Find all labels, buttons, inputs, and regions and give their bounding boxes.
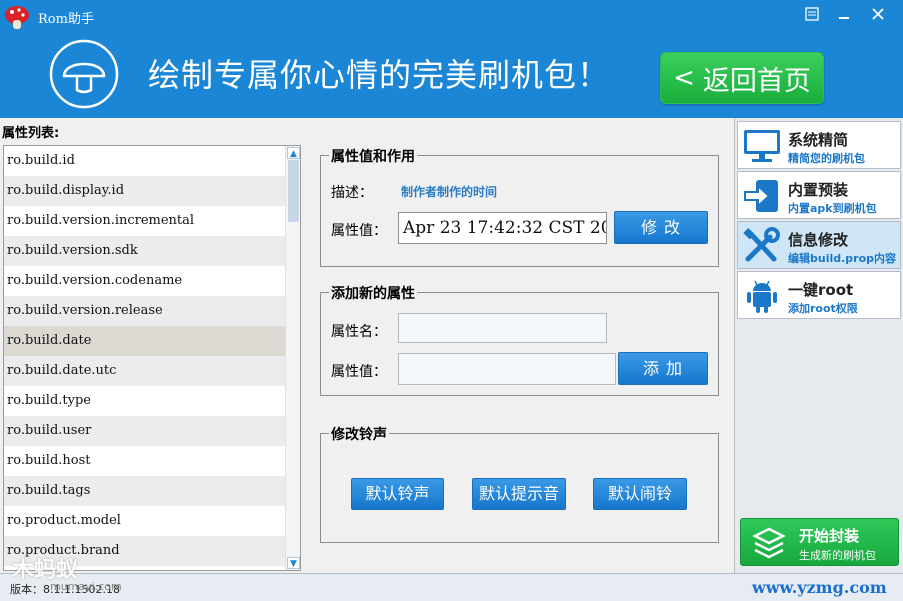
- list-item[interactable]: ro.build.host: [4, 446, 285, 476]
- layers-icon: [752, 527, 786, 559]
- default-notification-button[interactable]: 默认提示音: [472, 478, 566, 510]
- nav-item-title: 内置预装: [788, 181, 849, 199]
- monitor-icon: [744, 130, 780, 162]
- slogan: 绘制专属你心情的完美刷机包！: [148, 56, 611, 94]
- new-property-name-field[interactable]: [398, 313, 607, 343]
- list-item[interactable]: ro.product.model: [4, 506, 285, 536]
- pack-button-subtitle: 生成新的刷机包: [799, 549, 876, 562]
- list-item[interactable]: ro.build.date.utc: [4, 356, 285, 386]
- default-ringtone-button[interactable]: 默认铃声: [351, 478, 444, 510]
- home-button-label: 返回首页: [702, 65, 811, 97]
- main-panel: 属性列表: ro.build.id ro.build.display.id ro.b…: [0, 118, 903, 573]
- start-pack-button[interactable]: 开始封装 生成新的刷机包: [740, 518, 899, 566]
- status-bar: 木蚂蚁 版本：8.1.1.1502.18 mumayi.com www.yzmg…: [0, 558, 903, 601]
- nav-item-system-slim[interactable]: 系统精简 精简您的刷机包: [737, 121, 901, 169]
- list-item[interactable]: ro.build.tags: [4, 476, 285, 506]
- property-value-field[interactable]: Apr 23 17:42:32 CST 2014: [398, 212, 607, 244]
- property-value-group-label: 属性值和作用: [329, 146, 417, 166]
- nav-item-info-edit[interactable]: 信息修改 编辑build.prop内容: [737, 221, 901, 269]
- list-item[interactable]: ro.build.version.codename: [4, 266, 285, 296]
- app-title: Rom助手: [38, 12, 94, 27]
- new-value-label: 属性值：: [331, 364, 387, 380]
- nav-item-title: 信息修改: [788, 231, 849, 249]
- add-button[interactable]: 添 加: [618, 352, 708, 385]
- nav-item-subtitle: 编辑build.prop内容: [788, 252, 897, 265]
- add-property-group-label: 添加新的属性: [329, 283, 417, 303]
- nav-item-preinstall[interactable]: 内置预装 内置apk到刷机包: [737, 171, 901, 219]
- scroll-down-arrow-icon[interactable]: ▼: [287, 557, 300, 569]
- title-bar: Rom助手: [0, 0, 903, 32]
- nav-item-root[interactable]: 一键root 添加root权限: [737, 271, 901, 319]
- site-link[interactable]: www.yzmg.com: [752, 578, 887, 597]
- list-item[interactable]: ro.build.date: [4, 326, 285, 356]
- pack-button-title: 开始封装: [799, 527, 860, 545]
- install-arrow-icon: [744, 180, 778, 212]
- list-item[interactable]: ro.build.version.release: [4, 296, 285, 326]
- minimize-icon[interactable]: [832, 4, 856, 24]
- property-list-items: ro.build.id ro.build.display.id ro.build.v…: [4, 146, 300, 566]
- scroll-up-arrow-icon[interactable]: ▲: [287, 147, 300, 159]
- name-label: 属性名：: [331, 324, 387, 340]
- watermark-url: mumayi.com: [50, 580, 122, 593]
- value-label: 属性值：: [331, 223, 387, 239]
- list-item[interactable]: ro.build.id: [4, 146, 285, 176]
- home-button[interactable]: < 返回首页: [660, 52, 824, 104]
- nav-item-title: 一键root: [788, 281, 854, 299]
- side-nav: 系统精简 精简您的刷机包 内置预装 内置apk到刷机包 信息修改 编辑build…: [734, 118, 903, 573]
- default-alarm-button[interactable]: 默认闹铃: [593, 478, 687, 510]
- nav-item-title: 系统精简: [788, 131, 849, 149]
- tools-icon: [743, 227, 780, 262]
- list-item[interactable]: ro.build.user: [4, 416, 285, 446]
- close-icon[interactable]: [866, 4, 890, 24]
- nav-item-subtitle: 精简您的刷机包: [788, 152, 865, 165]
- nav-item-subtitle: 添加root权限: [788, 302, 858, 315]
- add-property-group: 添加新的属性 属性名： 属性值： 添 加: [320, 283, 719, 396]
- property-list[interactable]: ro.build.id ro.build.display.id ro.build.v…: [3, 145, 301, 571]
- list-item[interactable]: ro.build.version.incremental: [4, 206, 285, 236]
- property-list-title: 属性列表:: [2, 126, 60, 141]
- mushroom-outline-icon: [49, 39, 119, 109]
- list-item[interactable]: ro.build.version.sdk: [4, 236, 285, 266]
- new-property-value-field[interactable]: [398, 353, 616, 385]
- ringtone-group: 修改铃声 默认铃声 默认提示音 默认闹铃: [320, 424, 719, 543]
- property-value-group: 属性值和作用 描述： 制作者制作的时间 属性值： Apr 23 17:42:32…: [320, 146, 719, 267]
- list-scrollbar[interactable]: ▲ ▼: [285, 146, 300, 570]
- nav-item-subtitle: 内置apk到刷机包: [788, 202, 877, 215]
- modify-button[interactable]: 修 改: [614, 211, 708, 244]
- list-item[interactable]: ro.build.display.id: [4, 176, 285, 206]
- list-item[interactable]: ro.build.type: [4, 386, 285, 416]
- mushroom-logo-icon: [5, 6, 29, 29]
- description-label: 描述：: [331, 185, 373, 201]
- chevron-left-icon: <: [673, 63, 695, 93]
- scroll-thumb[interactable]: [288, 160, 299, 222]
- android-icon: [747, 280, 777, 313]
- banner: 绘制专属你心情的完美刷机包！ < 返回首页: [0, 32, 903, 118]
- menu-icon[interactable]: [800, 4, 824, 24]
- ringtone-group-label: 修改铃声: [329, 424, 389, 444]
- description-value: 制作者制作的时间: [401, 185, 498, 199]
